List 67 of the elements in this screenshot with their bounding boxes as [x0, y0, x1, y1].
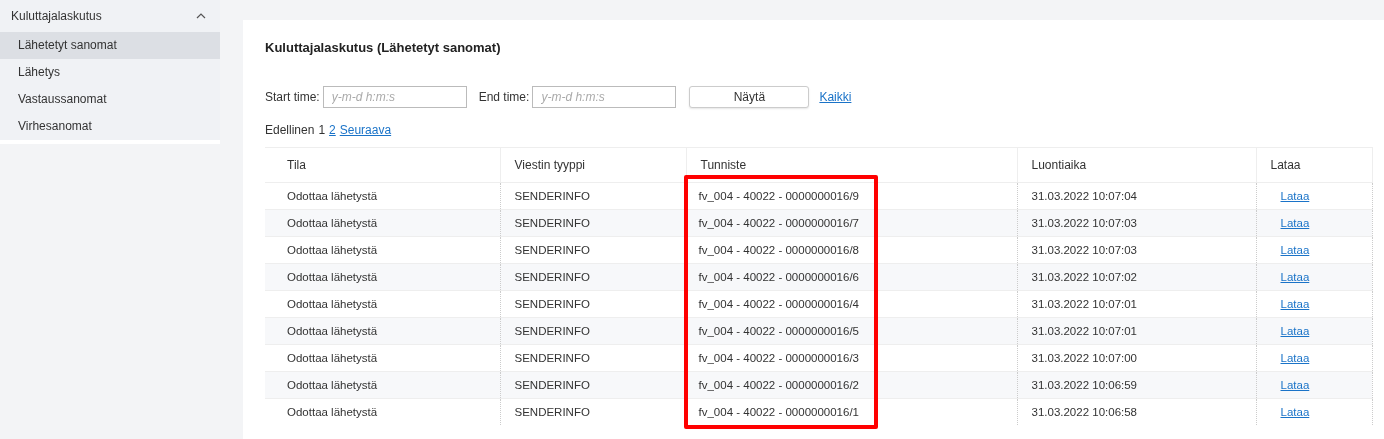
download-link[interactable]: Lataa — [1280, 298, 1310, 310]
table-cell: Odottaa lähetystä — [287, 244, 378, 256]
page-link[interactable]: 2 — [329, 123, 336, 139]
table-cell: fv_004 - 40022 - 0000000016/6 — [698, 271, 859, 283]
table-cell: SENDERINFO — [514, 190, 590, 202]
table-cell: fv_004 - 40022 - 0000000016/8 — [698, 244, 859, 256]
table-cell: 31.03.2022 10:07:03 — [1031, 244, 1138, 256]
table-cell: Odottaa lähetystä — [287, 325, 378, 337]
download-link[interactable]: Lataa — [1280, 352, 1310, 364]
table-cell: Odottaa lähetystä — [287, 271, 378, 283]
table-cell: 31.03.2022 10:07:00 — [1031, 352, 1138, 364]
table-cell: SENDERINFO — [514, 271, 590, 283]
sidebar-item[interactable]: Lähetys — [0, 59, 220, 86]
table-cell: 31.03.2022 10:07:02 — [1031, 271, 1138, 283]
table-cell: fv_004 - 40022 - 0000000016/4 — [698, 298, 859, 310]
sidebar-item[interactable]: Virhesanomat — [0, 113, 220, 140]
table-cell: fv_004 - 40022 - 0000000016/7 — [698, 217, 859, 229]
table-cell: SENDERINFO — [514, 352, 590, 364]
group-label: Kuluttajalaskutus — [11, 9, 102, 23]
table-cell: SENDERINFO — [514, 244, 590, 256]
table-cell: 31.03.2022 10:07:01 — [1031, 325, 1138, 337]
table-cell: fv_004 - 40022 - 0000000016/2 — [698, 379, 859, 391]
end-time-label: End time: — [478, 90, 530, 104]
previous-label: Edellinen — [265, 123, 315, 139]
sidebar-item[interactable]: Lähetetyt sanomat — [0, 32, 220, 59]
download-link[interactable]: Lataa — [1280, 190, 1310, 202]
download-link[interactable]: Lataa — [1280, 406, 1310, 418]
table-cell: 31.03.2022 10:07:01 — [1031, 298, 1138, 310]
table-cell: Odottaa lähetystä — [287, 190, 378, 202]
column-header: Tila — [265, 147, 500, 183]
table-cell: Odottaa lähetystä — [287, 217, 378, 229]
table-cell: Odottaa lähetystä — [287, 379, 378, 391]
table-cell: SENDERINFO — [514, 379, 590, 391]
sidebar-group-header[interactable]: Kuluttajalaskutus — [0, 0, 220, 32]
download-link[interactable]: Lataa — [1280, 325, 1310, 337]
table-cell: Odottaa lähetystä — [287, 406, 378, 418]
table-cell: Odottaa lähetystä — [287, 352, 378, 364]
table-cell: fv_004 - 40022 - 0000000016/3 — [698, 352, 859, 364]
page-title: Kuluttajalaskutus (Lähetetyt sanomat) — [265, 40, 502, 57]
table-cell: fv_004 - 40022 - 0000000016/5 — [698, 325, 859, 337]
current-page: 1 — [318, 123, 326, 139]
table-cell: fv_004 - 40022 - 0000000016/1 — [698, 406, 859, 418]
column-header: Lataa — [1256, 147, 1372, 183]
table-cell: 31.03.2022 10:07:03 — [1031, 217, 1138, 229]
table-cell: Odottaa lähetystä — [287, 298, 378, 310]
download-link[interactable]: Lataa — [1280, 217, 1310, 229]
table-cell: fv_004 - 40022 - 0000000016/9 — [698, 190, 859, 202]
start-time-field[interactable]: y-m-d h:m:s — [322, 86, 467, 108]
table-cell: SENDERINFO — [514, 298, 590, 310]
next-link[interactable]: Seuraava — [339, 123, 392, 139]
start-time-label: Start time: — [265, 90, 320, 104]
table-cell: SENDERINFO — [514, 217, 590, 229]
column-header: Tunniste — [686, 147, 1017, 183]
table-cell: 31.03.2022 10:06:59 — [1031, 379, 1138, 391]
download-link[interactable]: Lataa — [1280, 244, 1310, 256]
table-cell: 31.03.2022 10:06:58 — [1031, 406, 1138, 418]
end-time-field[interactable]: y-m-d h:m:s — [532, 86, 677, 108]
table-cell: SENDERINFO — [514, 406, 590, 418]
all-link[interactable]: Kaikki — [819, 90, 852, 104]
sidebar-item[interactable]: Vastaussanomat — [0, 86, 220, 113]
table-cell: SENDERINFO — [514, 325, 590, 337]
table-cell: 31.03.2022 10:07:04 — [1031, 190, 1138, 202]
show-button[interactable]: Näytä — [689, 86, 810, 108]
download-link[interactable]: Lataa — [1280, 271, 1310, 283]
column-header: Viestin tyyppi — [500, 147, 686, 183]
column-header: Luontiaika — [1017, 147, 1256, 183]
download-link[interactable]: Lataa — [1280, 379, 1310, 391]
